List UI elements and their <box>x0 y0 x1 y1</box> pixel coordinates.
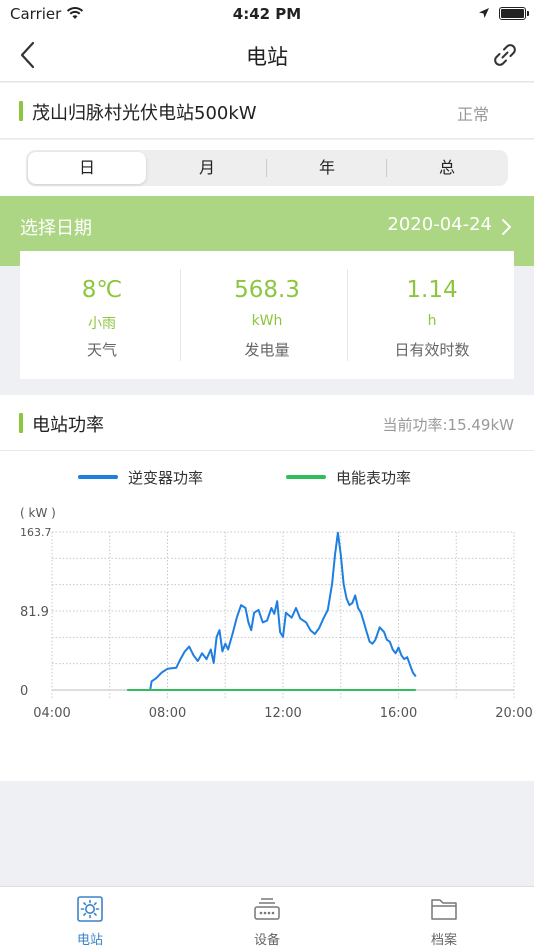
navigation-bar: 电站 <box>0 28 534 82</box>
legend-swatch <box>78 474 118 479</box>
station-status: 正常 <box>456 105 489 124</box>
bottom-tab-bar: 电站 设备 档案 <box>0 886 534 950</box>
chart-unit-label: ( kW ) <box>20 506 56 520</box>
generation-label: 发电量 <box>244 341 290 359</box>
location-arrow-icon <box>479 8 489 18</box>
chart-x-tick-label: 08:00 <box>149 706 186 721</box>
stat-divider <box>180 269 181 361</box>
bottom-tab-station[interactable]: 电站 <box>30 895 150 948</box>
generation-value: 568.3 <box>234 277 300 303</box>
effective-hours-unit: h <box>427 313 437 329</box>
period-segmented-control: 日 月 年 总 <box>26 150 508 186</box>
period-tabs-container: 日 月 年 总 <box>0 140 534 196</box>
tab-separator <box>266 159 267 177</box>
bottom-tab-label: 档案 <box>430 933 457 948</box>
power-line-chart[interactable]: ( kW ) 0 81.9 163.7 04:00 08:00 12:00 16:00 20:0… <box>0 495 534 725</box>
date-selector-label: 选择日期 <box>20 218 92 239</box>
bottom-tab-label: 电站 <box>76 933 103 948</box>
weather-label: 天气 <box>86 341 117 359</box>
stat-generation: 568.3 kWh 发电量 <box>185 251 349 379</box>
battery-icon <box>499 7 529 20</box>
chart-y-tick-label: 163.7 <box>20 526 52 539</box>
sun-icon <box>77 896 103 922</box>
generation-unit: kWh <box>251 313 283 329</box>
legend-label: 电能表功率 <box>336 469 412 487</box>
effective-hours-value: 1.14 <box>406 277 458 303</box>
status-bar: Carrier 4:42 PM <box>0 0 534 28</box>
clock: 4:42 PM <box>232 5 302 23</box>
bottom-tab-label: 设备 <box>253 933 280 948</box>
current-power-label: 当前功率: <box>382 416 448 434</box>
weather-value: 8℃ <box>81 277 123 303</box>
legend-label: 逆变器功率 <box>128 469 204 487</box>
link-icon[interactable] <box>490 40 520 70</box>
stat-weather: 8℃ 小雨 天气 <box>20 251 184 379</box>
section-marker <box>19 413 23 433</box>
daily-stats-card: 8℃ 小雨 天气 568.3 kWh 发电量 1.14 h 日有效时数 <box>20 251 514 379</box>
chevron-right-icon <box>502 219 511 235</box>
chart-x-tick-label: 04:00 <box>33 706 70 721</box>
chart-y-tick-label: 0 <box>20 684 28 699</box>
page-title: 电站 <box>246 45 288 69</box>
legend-swatch <box>286 474 326 479</box>
device-icon <box>254 898 280 920</box>
folder-icon <box>431 899 457 920</box>
legend-item-inverter[interactable]: 逆变器功率 <box>78 467 203 488</box>
effective-hours-label: 日有效时数 <box>394 341 470 359</box>
legend-item-meter[interactable]: 电能表功率 <box>286 467 411 488</box>
power-section-header: 电站功率 当前功率:15.49kW <box>0 395 534 451</box>
weather-unit: 小雨 <box>88 316 116 332</box>
power-section-title: 电站功率 <box>32 415 104 436</box>
bottom-tab-devices[interactable]: 设备 <box>207 895 327 948</box>
tab-month[interactable]: 月 <box>148 152 266 184</box>
tab-separator <box>386 159 387 177</box>
tab-year[interactable]: 年 <box>268 152 386 184</box>
chart-y-tick-label: 81.9 <box>20 605 49 620</box>
current-power: 当前功率:15.49kW <box>382 414 514 435</box>
chart-x-tick-label: 12:00 <box>264 706 301 721</box>
selected-date[interactable]: 2020-04-24 <box>387 214 492 235</box>
bottom-tab-archive[interactable]: 档案 <box>384 895 504 948</box>
stat-divider <box>347 269 348 361</box>
chart-x-tick-label: 20:00 <box>495 706 532 721</box>
station-header: 茂山归脉村光伏电站500kW 正常 <box>0 83 534 139</box>
tab-total[interactable]: 总 <box>388 152 506 184</box>
current-power-value: 15.49kW <box>447 416 514 434</box>
section-marker <box>19 101 23 121</box>
chart-x-tick-label: 16:00 <box>380 706 417 721</box>
station-name: 茂山归脉村光伏电站500kW <box>32 103 257 124</box>
tab-day[interactable]: 日 <box>28 152 146 184</box>
power-section: 电站功率 当前功率:15.49kW 逆变器功率 电能表功率 ( kW ) 0 81.… <box>0 395 534 781</box>
stat-effective-hours: 1.14 h 日有效时数 <box>350 251 514 379</box>
